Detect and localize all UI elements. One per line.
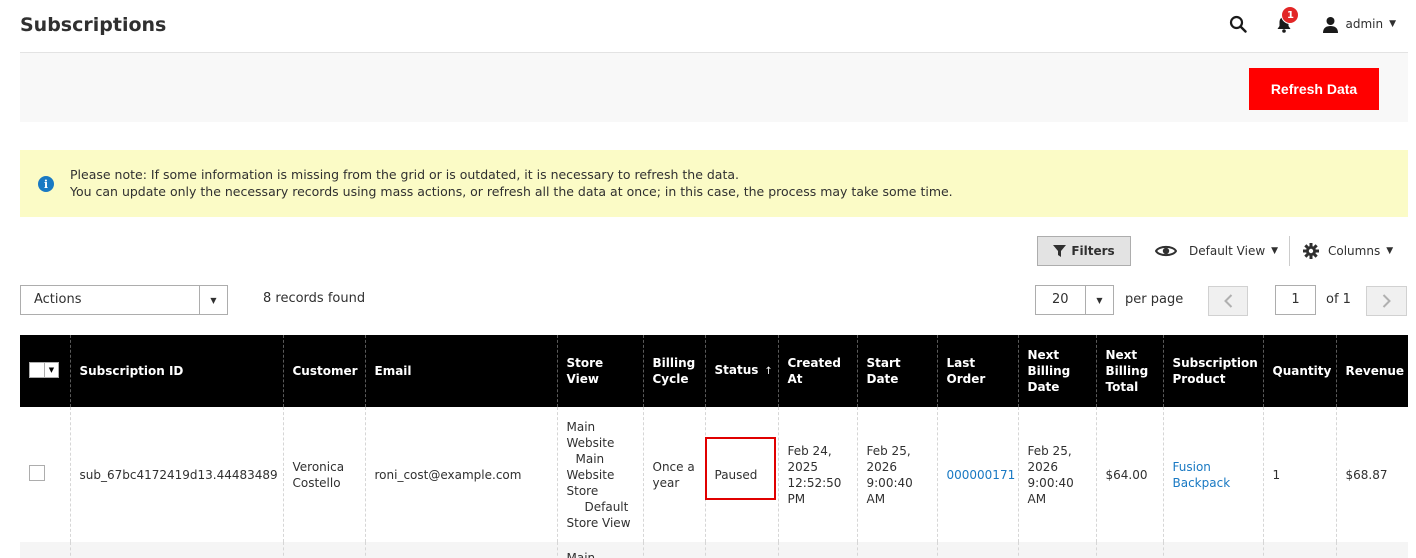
- mass-select-header[interactable]: ▼: [20, 335, 70, 407]
- notice-line-2: You can update only the necessary record…: [70, 184, 953, 199]
- table-row[interactable]: Main: [20, 542, 1408, 558]
- table-row[interactable]: sub_67bc4172419d13.44483489 Veronica Cost…: [20, 407, 1408, 542]
- cell-quantity: 1: [1262, 407, 1336, 542]
- column-header-billing-cycle[interactable]: Billing Cycle: [642, 335, 705, 407]
- columns-selector[interactable]: Columns ▼: [1303, 239, 1393, 263]
- column-header-subscription-id[interactable]: Subscription ID: [69, 335, 283, 407]
- cell-subscription-id: sub_67bc4172419d13.44483489: [69, 407, 283, 542]
- header-actions: 1 admin ▼: [1226, 6, 1396, 38]
- total-pages: of 1: [1326, 292, 1351, 307]
- row-checkbox[interactable]: [29, 464, 45, 481]
- cell-store-view: Main Website Main Website Store Default …: [556, 407, 643, 542]
- column-header-status[interactable]: Status ↑: [704, 335, 778, 407]
- chevron-down-icon: ▼: [1389, 19, 1396, 29]
- per-page-select[interactable]: 20 ▼: [1035, 285, 1114, 315]
- cell-status: Paused: [704, 407, 778, 542]
- cell-subscription-product: Fusion Backpack: [1162, 407, 1263, 542]
- column-header-quantity[interactable]: Quantity: [1262, 335, 1336, 407]
- per-page-label: per page: [1125, 292, 1184, 307]
- view-label: Default View: [1189, 244, 1266, 258]
- cell-email: roni_cost@example.com: [364, 407, 557, 542]
- page-number-input[interactable]: 1: [1275, 285, 1316, 315]
- refresh-data-button[interactable]: Refresh Data: [1249, 68, 1379, 110]
- view-selector[interactable]: Default View ▼: [1155, 239, 1278, 263]
- subscriptions-grid: ▼ Subscription ID Customer Email Store V…: [20, 335, 1408, 558]
- cell-created-at: Feb 24, 2025 12:52:50 PM: [777, 407, 857, 542]
- column-header-next-billing-total[interactable]: Next Billing Total: [1095, 335, 1163, 407]
- chevron-down-icon: ▼: [1085, 286, 1113, 314]
- column-header-next-billing-date[interactable]: Next Billing Date: [1017, 335, 1096, 407]
- chevron-left-icon: [1223, 294, 1232, 308]
- mass-actions-label: Actions: [34, 292, 82, 307]
- column-header-created-at[interactable]: Created At: [777, 335, 857, 407]
- mass-select-dropdown[interactable]: ▼: [29, 361, 59, 378]
- cell-customer: Veronica Costello: [282, 407, 365, 542]
- column-header-email[interactable]: Email: [364, 335, 557, 407]
- filter-icon: [1053, 244, 1067, 257]
- chevron-right-icon: [1382, 294, 1391, 308]
- column-header-store-view[interactable]: Store View: [556, 335, 643, 407]
- cell-start-date: Feb 25, 2026 9:00:40 AM: [856, 407, 937, 542]
- filters-button[interactable]: Filters: [1037, 236, 1131, 266]
- info-notice: i Please note: If some information is mi…: [20, 150, 1408, 217]
- cell-next-billing-total: $64.00: [1095, 407, 1163, 542]
- cell-revenue: $68.87: [1335, 407, 1408, 542]
- search-icon[interactable]: [1226, 12, 1250, 36]
- info-icon: i: [38, 176, 54, 192]
- notice-text: Please note: If some information is miss…: [70, 166, 953, 200]
- row-select-cell: [20, 407, 70, 542]
- column-header-revenue[interactable]: Revenue: [1335, 335, 1408, 407]
- filters-label: Filters: [1071, 244, 1115, 258]
- chevron-down-icon: ▼: [1271, 246, 1279, 256]
- notice-line-1: Please note: If some information is miss…: [70, 167, 739, 182]
- column-header-customer[interactable]: Customer: [282, 335, 365, 407]
- cell-billing-cycle: Once a year: [642, 407, 705, 542]
- chevron-down-icon: ▼: [44, 362, 58, 377]
- gear-icon: [1303, 243, 1319, 259]
- mass-actions-select[interactable]: Actions ▼: [20, 285, 228, 315]
- chevron-down-icon: ▼: [199, 286, 227, 314]
- next-page-button[interactable]: [1366, 286, 1407, 316]
- page-actions-bar: Refresh Data: [20, 52, 1408, 122]
- eye-icon: [1155, 245, 1177, 257]
- column-header-start-date[interactable]: Start Date: [856, 335, 937, 407]
- chevron-down-icon: ▼: [1386, 246, 1394, 256]
- notifications-button[interactable]: 1: [1272, 6, 1300, 36]
- cell-store-view: Main: [556, 542, 643, 558]
- page-title: Subscriptions: [20, 14, 167, 36]
- cell-last-order: 000000171: [936, 407, 1018, 542]
- user-icon: [1323, 16, 1339, 33]
- user-name: admin: [1345, 17, 1384, 31]
- divider: [1289, 236, 1290, 266]
- previous-page-button[interactable]: [1208, 286, 1248, 316]
- product-link[interactable]: Fusion Backpack: [1173, 459, 1254, 491]
- user-menu[interactable]: admin ▼: [1322, 16, 1396, 33]
- last-order-link[interactable]: 000000171: [947, 468, 1016, 482]
- column-header-last-order[interactable]: Last Order: [936, 335, 1018, 407]
- sort-ascending-icon: ↑: [764, 366, 773, 377]
- notification-count-badge: 1: [1281, 6, 1300, 24]
- cell-next-billing-date: Feb 25, 2026 9:00:40 AM: [1017, 407, 1096, 542]
- records-found: 8 records found: [263, 291, 366, 306]
- columns-label: Columns: [1328, 244, 1381, 258]
- per-page-value: 20: [1052, 292, 1069, 307]
- table-header-row: ▼ Subscription ID Customer Email Store V…: [20, 335, 1408, 407]
- column-header-subscription-product[interactable]: Subscription Product: [1162, 335, 1263, 407]
